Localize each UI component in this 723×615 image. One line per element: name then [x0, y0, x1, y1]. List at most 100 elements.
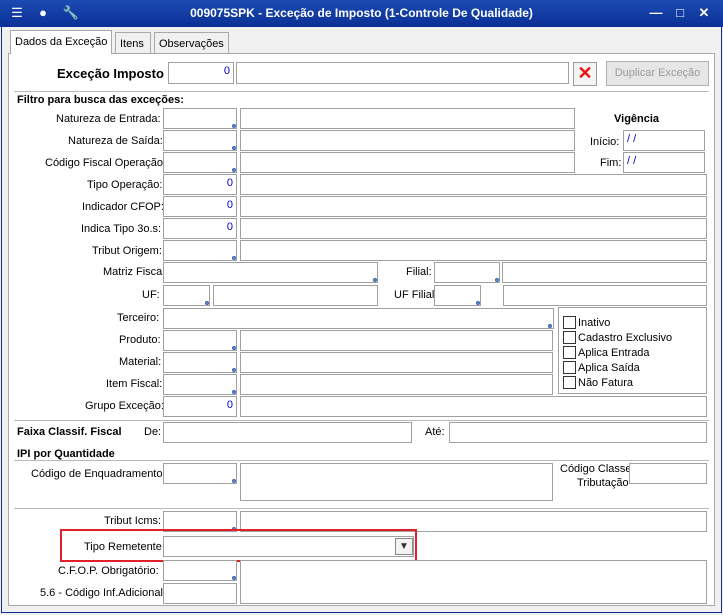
material-field[interactable] [163, 352, 237, 373]
grupo-excecao-field[interactable]: 0 [163, 396, 237, 417]
minimize-icon[interactable]: — [646, 4, 666, 22]
divider [14, 420, 709, 421]
natureza-saida-desc [240, 130, 575, 151]
excecao-imposto-label: Exceção Imposto [57, 66, 164, 81]
faixa-ate-label: Até: [425, 426, 445, 438]
tribut-icms-label: Tribut Icms: [104, 515, 162, 527]
title-bar: ☰ ● 🔧 009075SPK - Exceção de Imposto (1-… [0, 0, 723, 27]
close-icon[interactable]: ✕ [694, 4, 714, 22]
codigo-fiscal-label: Código Fiscal Operação: [45, 157, 167, 169]
item-fiscal-field[interactable] [163, 374, 237, 395]
uf-filial-desc [503, 285, 707, 306]
uf-filial-field[interactable] [434, 285, 481, 306]
tipo-operacao-field[interactable]: 0 [163, 174, 237, 195]
item-fiscal-desc [240, 374, 553, 395]
natureza-saida-label: Natureza de Saída: [68, 135, 163, 147]
aplica-entrada-checkbox[interactable] [563, 346, 576, 359]
codigo-fiscal-field[interactable] [163, 152, 237, 173]
lookup-icon[interactable] [232, 168, 236, 172]
aplica-entrada-label: Aplica Entrada [578, 347, 650, 359]
lookup-icon[interactable] [548, 324, 552, 328]
material-desc [240, 352, 553, 373]
tipo-operacao-desc [240, 174, 707, 195]
filter-section-title: Filtro para busca das exceções: [17, 94, 184, 106]
lookup-icon[interactable] [232, 346, 236, 350]
classe-tributacao-field[interactable] [629, 463, 707, 484]
cfop-obrigatorio-field[interactable] [163, 560, 237, 581]
cfop-obrigatorio-label: C.F.O.P. Obrigatório: [58, 565, 159, 577]
indicador-cfop-label: Indicador CFOP: [82, 201, 164, 213]
faixa-de-field[interactable] [163, 422, 412, 443]
tipo-operacao-label: Tipo Operação: [87, 179, 163, 191]
divider [14, 460, 709, 461]
lookup-icon[interactable] [232, 479, 236, 483]
natureza-entrada-label: Natureza de Entrada: [56, 113, 161, 125]
classe-label-line1: Código Classe [560, 463, 632, 475]
codigo-inf-adicional-field[interactable] [163, 583, 237, 604]
terceiro-field[interactable] [163, 308, 554, 329]
enquadramento-label: Código de Enquadramento: [31, 468, 166, 480]
faixa-ate-field[interactable] [449, 422, 707, 443]
lookup-icon[interactable] [373, 278, 377, 282]
maximize-icon[interactable]: □ [670, 4, 690, 22]
cfop-obrigatorio-desc [240, 560, 707, 604]
produto-label: Produto: [119, 334, 161, 346]
enquadramento-desc [240, 463, 553, 501]
red-x-icon: ✕ [577, 63, 593, 83]
indicador-cfop-field[interactable]: 0 [163, 196, 237, 217]
tribut-origem-field[interactable] [163, 240, 237, 261]
divider [14, 508, 709, 509]
lookup-icon[interactable] [476, 301, 480, 305]
lookup-icon[interactable] [232, 368, 236, 372]
tab-itens[interactable]: Itens [115, 32, 151, 54]
lookup-icon[interactable] [232, 576, 236, 580]
produto-field[interactable] [163, 330, 237, 351]
natureza-saida-field[interactable] [163, 130, 237, 151]
tipo-remetente-select[interactable] [163, 536, 414, 557]
duplicate-exception-button[interactable]: Duplicar Exceção [606, 61, 709, 86]
lookup-icon[interactable] [232, 256, 236, 260]
grupo-excecao-desc [240, 396, 707, 417]
lookup-icon[interactable] [232, 390, 236, 394]
indica-tipo-field[interactable]: 0 [163, 218, 237, 239]
chevron-down-icon[interactable]: ▼ [395, 538, 413, 555]
tab-dados-excecao[interactable]: Dados da Exceção [10, 30, 112, 54]
uf-label: UF: [142, 289, 160, 301]
faixa-title: Faixa Classif. Fiscal [17, 426, 122, 438]
indica-tipo-desc [240, 218, 707, 239]
lookup-icon[interactable] [232, 124, 236, 128]
tab-observacoes[interactable]: Observações [154, 32, 229, 54]
tribut-origem-label: Tribut Origem: [92, 245, 162, 257]
lookup-icon[interactable] [205, 301, 209, 305]
filial-desc [502, 262, 707, 283]
cadastro-exclusivo-checkbox[interactable] [563, 331, 576, 344]
delete-button[interactable]: ✕ [573, 62, 597, 86]
matriz-fiscal-field[interactable] [163, 262, 378, 283]
matriz-fiscal-label: Matriz Fiscal [103, 266, 165, 278]
terceiro-label: Terceiro: [117, 312, 160, 324]
enquadramento-field[interactable] [163, 463, 237, 484]
ipi-title: IPI por Quantidade [17, 448, 115, 460]
excecao-description-field[interactable] [236, 62, 569, 84]
nao-fatura-checkbox[interactable] [563, 376, 576, 389]
natureza-entrada-desc [240, 108, 575, 129]
natureza-entrada-field[interactable] [163, 108, 237, 129]
material-label: Material: [119, 356, 162, 368]
excecao-code-field[interactable]: 0 [168, 62, 234, 84]
inativo-label: Inativo [578, 317, 611, 329]
filial-field[interactable] [434, 262, 500, 283]
filial-label: Filial: [406, 266, 432, 278]
aplica-saida-label: Aplica Saída [578, 362, 640, 374]
produto-desc [240, 330, 553, 351]
vigencia-inicio-field[interactable]: / / [623, 130, 705, 151]
inativo-checkbox[interactable] [563, 316, 576, 329]
divider [14, 91, 709, 92]
vigencia-inicio-label: Início: [590, 136, 620, 148]
lookup-icon[interactable] [232, 146, 236, 150]
uf-field[interactable] [163, 285, 210, 306]
lookup-icon[interactable] [495, 278, 499, 282]
item-fiscal-label: Item Fiscal: [106, 378, 163, 390]
classe-label-line2: Tributação [577, 477, 629, 489]
vigencia-fim-field[interactable]: / / [623, 152, 705, 173]
aplica-saida-checkbox[interactable] [563, 361, 576, 374]
